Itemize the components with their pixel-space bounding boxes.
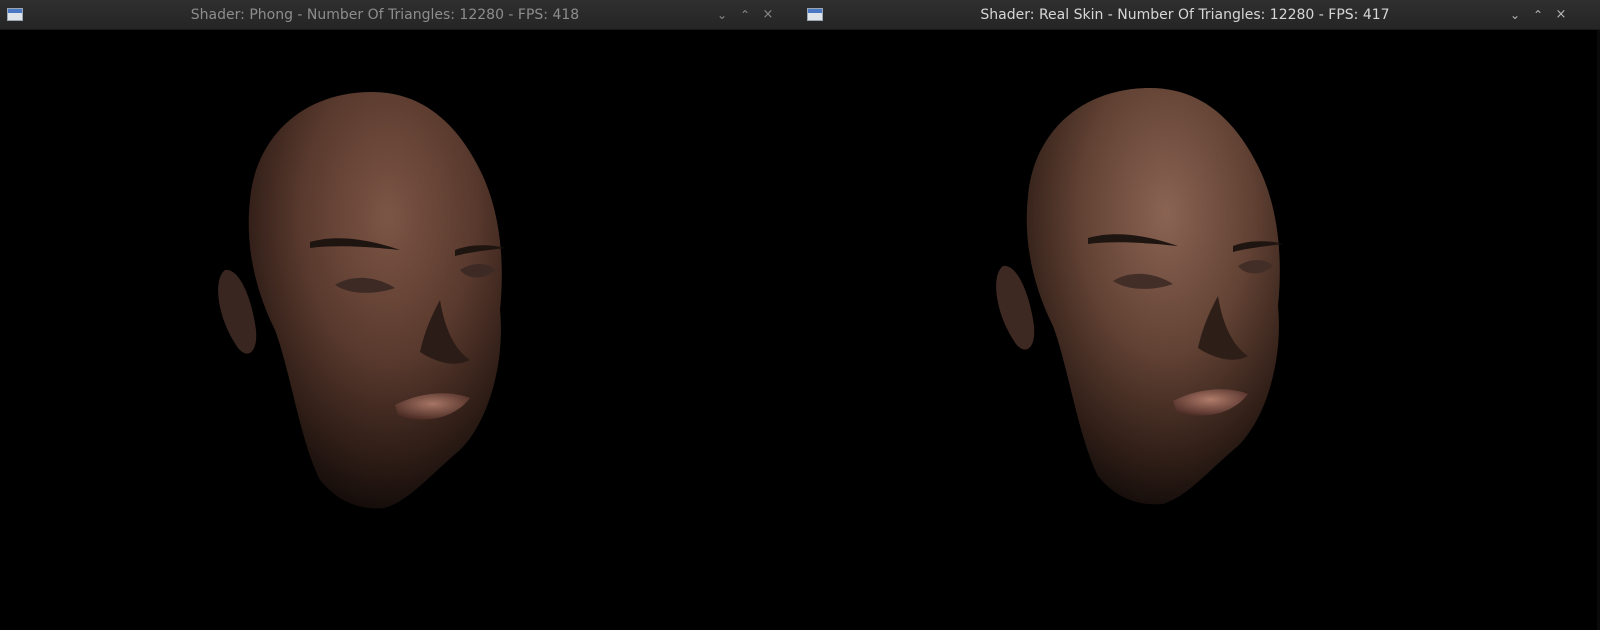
head-model: [218, 92, 505, 509]
head-render: [996, 88, 1283, 505]
maximize-button[interactable]: ⌃: [736, 6, 754, 24]
title-bar[interactable]: Shader: Phong - Number Of Triangles: 122…: [0, 0, 800, 30]
window-title: Shader: Real Skin - Number Of Triangles:…: [980, 7, 1390, 23]
window-icon[interactable]: [807, 8, 823, 21]
render-viewport[interactable]: [0, 30, 800, 630]
close-button[interactable]: ×: [1552, 6, 1570, 24]
head-render: [218, 92, 505, 509]
minimize-button[interactable]: ⌄: [1506, 6, 1524, 24]
desktop: Shader: Phong - Number Of Triangles: 122…: [0, 0, 1603, 630]
title-bar[interactable]: Shader: Real Skin - Number Of Triangles:…: [800, 0, 1600, 30]
head-model: [996, 88, 1283, 505]
window-title: Shader: Phong - Number Of Triangles: 122…: [190, 7, 580, 23]
phong-window[interactable]: Shader: Phong - Number Of Triangles: 122…: [0, 0, 800, 630]
window-edge: [1597, 30, 1600, 630]
close-button[interactable]: ×: [759, 6, 777, 24]
render-viewport[interactable]: [800, 30, 1600, 630]
minimize-button[interactable]: ⌄: [713, 6, 731, 24]
real-skin-window[interactable]: Shader: Real Skin - Number Of Triangles:…: [800, 0, 1600, 630]
window-icon[interactable]: [7, 8, 23, 21]
maximize-button[interactable]: ⌃: [1529, 6, 1547, 24]
